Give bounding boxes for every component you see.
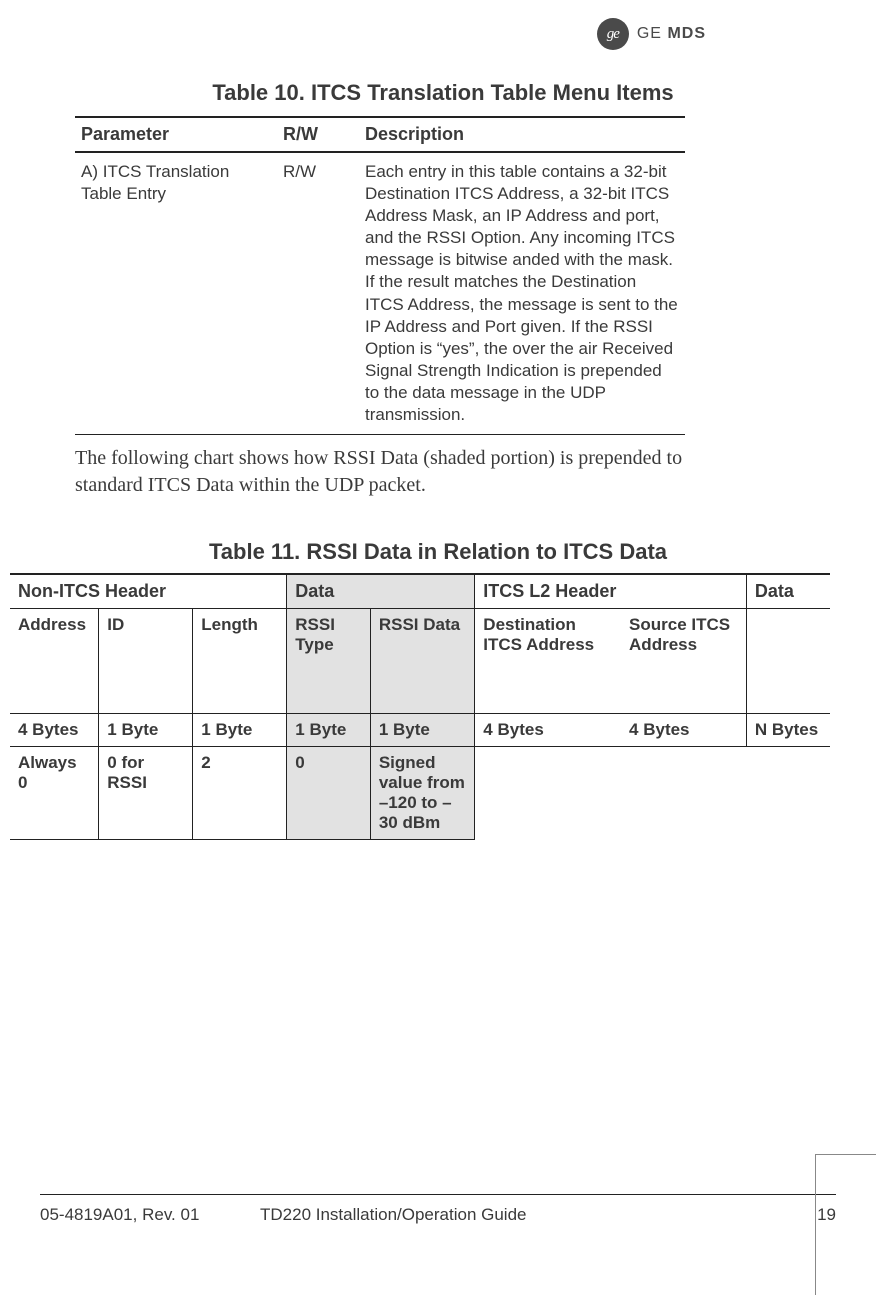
t11-h-length: Length [193, 609, 287, 714]
table-11-group-nonitcs: Non-ITCS Header [10, 574, 287, 609]
t11-v-c4: 0 [287, 747, 371, 840]
t11-b-c3: 1 Byte [193, 714, 287, 747]
t11-v-c3: 2 [193, 747, 287, 840]
t11-h-empty [746, 609, 830, 714]
t11-b-c8: N Bytes [746, 714, 830, 747]
t11-h-src: Source ITCS Address [621, 609, 746, 714]
table-10-header-description: Description [359, 117, 685, 152]
table-10-title: Table 10. ITCS Translation Table Menu It… [40, 80, 836, 106]
logo-text: GE MDS [637, 25, 706, 43]
table-10-cell-parameter: A) ITCS Translation Table Entry [75, 152, 277, 435]
table-11-title: Table 11. RSSI Data in Relation to ITCS … [40, 539, 836, 565]
t11-b-c5: 1 Byte [370, 714, 474, 747]
table-11-bytes-row: 4 Bytes 1 Byte 1 Byte 1 Byte 1 Byte 4 By… [10, 714, 830, 747]
logo-sub: MDS [667, 25, 706, 42]
t11-v-c6 [475, 747, 621, 840]
t11-h-dest: Destination ITCS Address [475, 609, 621, 714]
t11-v-c7 [621, 747, 746, 840]
t11-b-c4: 1 Byte [287, 714, 371, 747]
table-11-group-row: Non-ITCS Header Data ITCS L2 Header Data [10, 574, 830, 609]
t11-v-c5: Signed value from –120 to –30 dBm [370, 747, 474, 840]
table-10-header-row: Parameter R/W Description [75, 117, 685, 152]
table-11-group-data2: Data [746, 574, 830, 609]
t11-h-id: ID [99, 609, 193, 714]
t11-b-c1: 4 Bytes [10, 714, 99, 747]
table-10-cell-rw: R/W [277, 152, 359, 435]
t11-v-c1: Always 0 [10, 747, 99, 840]
table-10-cell-description: Each entry in this table contains a 32-b… [359, 152, 685, 435]
ge-monogram: ge [607, 26, 619, 43]
table-11-group-l2: ITCS L2 Header [475, 574, 747, 609]
table-11-values-row: Always 0 0 for RSSI 2 0 Signed value fro… [10, 747, 830, 840]
table-11-header-row: Address ID Length RSSI Type RSSI Data De… [10, 609, 830, 714]
body-paragraph: The following chart shows how RSSI Data … [75, 445, 685, 499]
table-10-row: A) ITCS Translation Table Entry R/W Each… [75, 152, 685, 435]
page-footer: 05-4819A01, Rev. 01 TD220 Installation/O… [40, 1194, 836, 1225]
t11-h-rssitype: RSSI Type [287, 609, 371, 714]
footer-docnum: 05-4819A01, Rev. 01 [40, 1205, 260, 1225]
table-10-header-parameter: Parameter [75, 117, 277, 152]
ge-logo-icon: ge [597, 18, 629, 50]
table-11: Non-ITCS Header Data ITCS L2 Header Data… [10, 573, 830, 840]
corner-mark [815, 1154, 876, 1295]
t11-b-c7: 4 Bytes [621, 714, 746, 747]
table-10-header-rw: R/W [277, 117, 359, 152]
table-10: Parameter R/W Description A) ITCS Transl… [75, 116, 685, 435]
t11-v-c2: 0 for RSSI [99, 747, 193, 840]
page: ge GE MDS Table 10. ITCS Translation Tab… [0, 0, 876, 1295]
footer-docname: TD220 Installation/Operation Guide [260, 1205, 776, 1225]
t11-v-c8 [746, 747, 830, 840]
t11-h-address: Address [10, 609, 99, 714]
table-11-group-data: Data [287, 574, 475, 609]
header-logo: ge GE MDS [40, 18, 836, 50]
t11-b-c2: 1 Byte [99, 714, 193, 747]
t11-b-c6: 4 Bytes [475, 714, 621, 747]
logo-brand: GE [637, 25, 662, 42]
t11-h-rssidata: RSSI Data [370, 609, 474, 714]
